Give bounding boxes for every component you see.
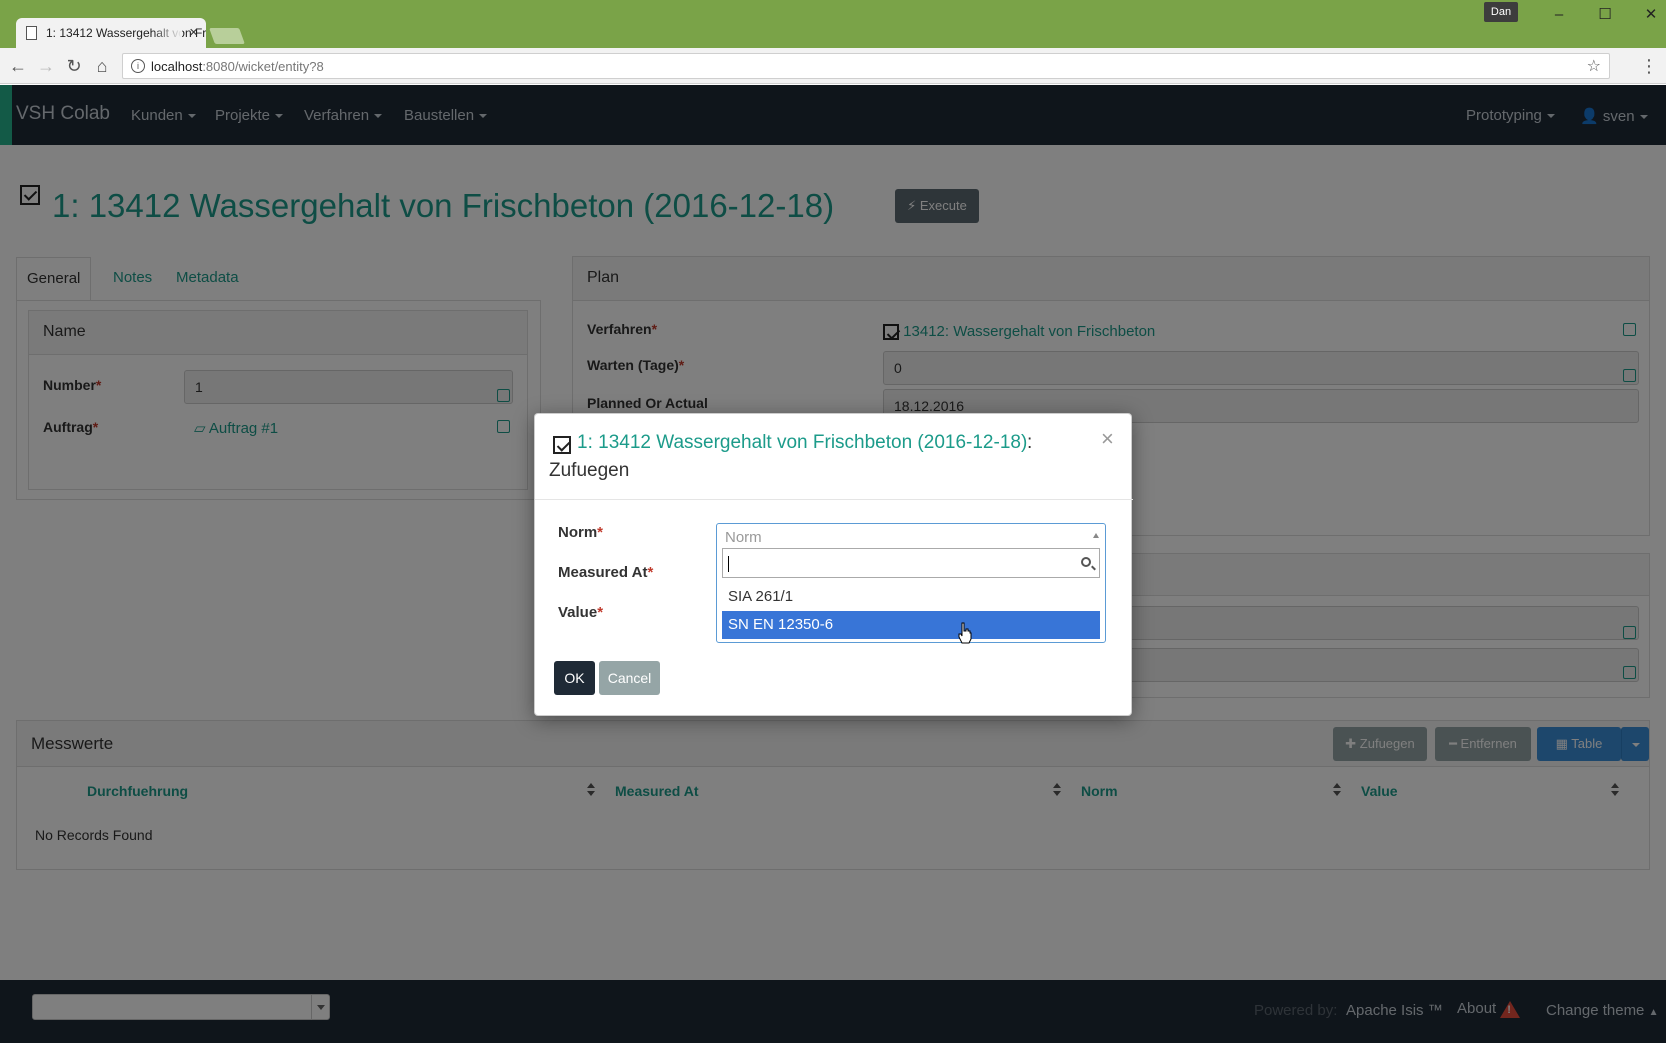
address-bar[interactable]: i localhost:8080/wicket/entity?8 ☆ xyxy=(122,53,1610,79)
tab-title: 1: 13412 Wassergehalt von Frischbeton xyxy=(46,26,206,40)
cancel-button[interactable]: Cancel xyxy=(599,661,660,695)
home-icon[interactable]: ⌂ xyxy=(90,55,114,77)
url-host: localhost xyxy=(151,59,203,74)
url-path: :8080/wicket/entity?8 xyxy=(202,59,324,74)
back-icon[interactable]: ← xyxy=(6,55,30,77)
window-close-icon[interactable]: ✕ xyxy=(1636,4,1666,26)
dialog-title-separator: : xyxy=(1027,432,1033,453)
hand-cursor-icon xyxy=(958,622,972,644)
profile-badge[interactable]: Dan xyxy=(1484,2,1518,22)
minimize-icon[interactable]: – xyxy=(1544,4,1574,26)
norm-search-input[interactable] xyxy=(722,548,1100,578)
measured-at-label: Measured At* xyxy=(558,564,654,581)
document-icon xyxy=(26,26,37,40)
close-icon[interactable]: × xyxy=(1101,426,1114,452)
checkbox-icon xyxy=(553,436,571,454)
norm-option[interactable]: SIA 261/1 xyxy=(722,583,1100,611)
dialog-header: 1: 13412 Wassergehalt von Frischbeton (2… xyxy=(535,414,1133,500)
dialog-subtitle: Zufuegen xyxy=(549,460,630,481)
search-icon xyxy=(1081,557,1091,567)
ok-button[interactable]: OK xyxy=(554,661,595,695)
browser-titlebar: 1: 13412 Wassergehalt von Frischbeton × … xyxy=(0,0,1666,48)
maximize-icon[interactable]: ☐ xyxy=(1590,4,1620,26)
info-icon[interactable]: i xyxy=(131,59,145,73)
norm-option-selected[interactable]: SN EN 12350-6 xyxy=(722,611,1100,639)
new-tab-button[interactable] xyxy=(209,28,245,44)
tab-close-icon[interactable]: × xyxy=(189,24,198,41)
browser-menu-icon[interactable]: ⋮ xyxy=(1640,56,1658,77)
value-label: Value* xyxy=(558,604,604,621)
reload-icon[interactable]: ↻ xyxy=(62,55,86,77)
norm-select-dropdown[interactable]: Norm SIA 261/1 SN EN 12350-6 xyxy=(716,523,1106,643)
browser-toolbar: ← → ↻ ⌂ i localhost:8080/wicket/entity?8… xyxy=(0,48,1666,84)
chevron-up-icon xyxy=(1093,533,1099,538)
dialog-title-link[interactable]: 1: 13412 Wassergehalt von Frischbeton (2… xyxy=(577,432,1027,454)
forward-icon[interactable]: → xyxy=(34,55,58,77)
norm-select-placeholder: Norm xyxy=(725,529,762,546)
norm-label: Norm* xyxy=(558,524,604,541)
bookmark-star-icon[interactable]: ☆ xyxy=(1587,56,1601,76)
browser-tab[interactable]: 1: 13412 Wassergehalt von Frischbeton × xyxy=(16,18,206,48)
